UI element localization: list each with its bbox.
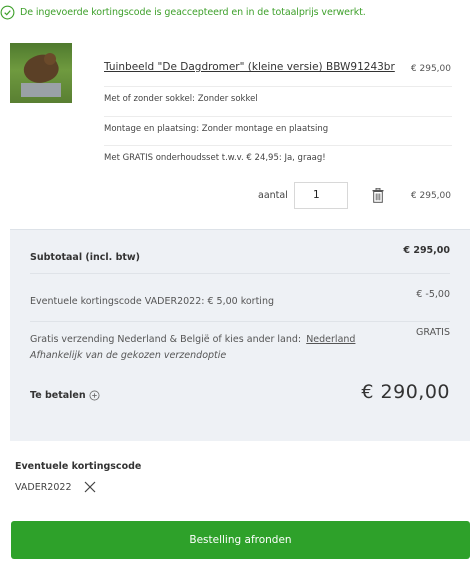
order-summary: Subtotaal (incl. btw) € 295,00 Eventuele… bbox=[10, 229, 470, 441]
discount-row: Eventuele kortingscode VADER2022: € 5,00… bbox=[30, 289, 450, 322]
coupon-title: Eventuele kortingscode bbox=[15, 461, 142, 472]
close-icon[interactable] bbox=[84, 481, 96, 493]
success-notice: De ingevoerde kortingscode is geacceptee… bbox=[0, 0, 475, 24]
trash-icon[interactable] bbox=[372, 187, 384, 203]
shipping-value: GRATIS bbox=[416, 327, 450, 338]
coupon-code: VADER2022 bbox=[15, 481, 72, 493]
total-label: Te betalen bbox=[30, 390, 86, 401]
product-title-link[interactable]: Tuinbeeld "De Dagdromer" (kleine versie)… bbox=[104, 61, 395, 73]
quantity-row: aantal 1 € 295,00 bbox=[0, 182, 475, 210]
shipping-row: Gratis verzending Nederland & België of … bbox=[30, 327, 450, 372]
check-circle-icon bbox=[0, 5, 15, 20]
product-image[interactable] bbox=[10, 43, 72, 103]
quantity-input[interactable]: 1 bbox=[294, 182, 348, 209]
subtotal-value: € 295,00 bbox=[403, 245, 450, 256]
coupon-row: VADER2022 bbox=[15, 481, 96, 493]
product-price: € 295,00 bbox=[410, 64, 451, 74]
option-sokkel: Met of zonder sokkel: Zonder sokkel bbox=[104, 86, 452, 109]
plus-circle-icon[interactable] bbox=[89, 390, 100, 401]
subtotal-row: Subtotaal (incl. btw) € 295,00 bbox=[30, 245, 450, 274]
total-label-wrap: Te betalen bbox=[30, 390, 100, 401]
success-text: De ingevoerde kortingscode is geacceptee… bbox=[20, 6, 366, 18]
discount-value: € -5,00 bbox=[416, 289, 450, 300]
shipping-country-link[interactable]: Nederland bbox=[306, 334, 355, 345]
shipping-note: Afhankelijk van de gekozen verzendoptie bbox=[30, 350, 227, 361]
option-onderhoudsset: Met GRATIS onderhoudsset t.w.v. € 24,95:… bbox=[104, 145, 452, 168]
discount-label: Eventuele kortingscode VADER2022: € 5,00… bbox=[30, 296, 274, 307]
line-total: € 295,00 bbox=[410, 191, 451, 201]
shipping-label: Gratis verzending Nederland & België of … bbox=[30, 334, 302, 345]
option-montage: Montage en plaatsing: Zonder montage en … bbox=[104, 116, 452, 139]
checkout-button[interactable]: Bestelling afronden bbox=[11, 521, 470, 559]
total-value: € 290,00 bbox=[361, 381, 450, 403]
quantity-label: aantal bbox=[258, 190, 288, 201]
subtotal-label: Subtotaal (incl. btw) bbox=[30, 252, 141, 263]
